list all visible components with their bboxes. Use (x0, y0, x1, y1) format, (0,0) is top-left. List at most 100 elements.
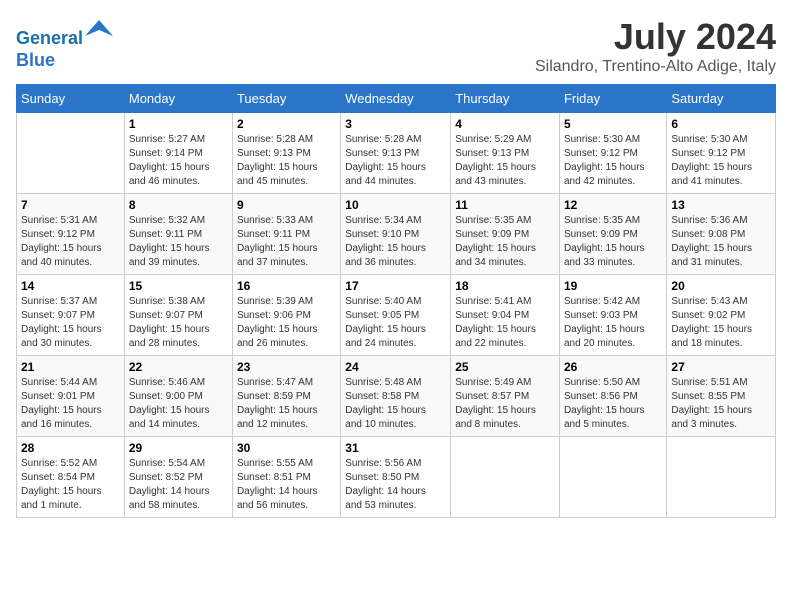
day-info: Sunrise: 5:41 AM Sunset: 9:04 PM Dayligh… (455, 295, 555, 351)
calendar-cell: 13 Sunrise: 5:36 AM Sunset: 9:08 PM Dayli… (667, 194, 776, 275)
day-info: Sunrise: 5:33 AM Sunset: 9:11 PM Dayligh… (237, 214, 336, 270)
calendar-cell: 27 Sunrise: 5:51 AM Sunset: 8:55 PM Dayli… (667, 356, 776, 437)
day-info: Sunrise: 5:37 AM Sunset: 9:07 PM Dayligh… (21, 295, 120, 351)
calendar-cell: 21 Sunrise: 5:44 AM Sunset: 9:01 PM Dayli… (17, 356, 125, 437)
day-number: 3 (345, 117, 446, 131)
title-area: July 2024 Silandro, Trentino-Alto Adige,… (535, 16, 776, 76)
day-number: 14 (21, 279, 120, 293)
calendar-week-1: 1Sunrise: 5:27 AM Sunset: 9:14 PM Daylig… (17, 113, 776, 194)
day-info: Sunrise: 5:36 AM Sunset: 9:08 PM Dayligh… (671, 214, 771, 270)
day-info: Sunrise: 5:39 AM Sunset: 9:06 PM Dayligh… (237, 295, 336, 351)
calendar-cell: 25Sunrise: 5:49 AM Sunset: 8:57 PM Dayli… (451, 356, 560, 437)
logo: General Blue (16, 16, 113, 71)
calendar-cell (17, 113, 125, 194)
calendar-cell: 26 Sunrise: 5:50 AM Sunset: 8:56 PM Dayli… (559, 356, 666, 437)
day-number: 4 (455, 117, 555, 131)
day-number: 31 (345, 441, 446, 455)
calendar-cell: 18 Sunrise: 5:41 AM Sunset: 9:04 PM Dayli… (451, 275, 560, 356)
calendar-cell: 9 Sunrise: 5:33 AM Sunset: 9:11 PM Daylig… (232, 194, 340, 275)
day-info: Sunrise: 5:49 AM Sunset: 8:57 PM Dayligh… (455, 376, 555, 432)
day-number: 1 (129, 117, 228, 131)
day-number: 16 (237, 279, 336, 293)
calendar-cell: 5 Sunrise: 5:30 AM Sunset: 9:12 PM Daylig… (559, 113, 666, 194)
logo-text: General Blue (16, 16, 113, 71)
header-thursday: Thursday (451, 85, 560, 113)
day-info: Sunrise: 5:30 AM Sunset: 9:12 PM Dayligh… (671, 133, 771, 189)
calendar-week-5: 28 Sunrise: 5:52 AM Sunset: 8:54 PM Dayli… (17, 437, 776, 518)
calendar-cell: 30Sunrise: 5:55 AM Sunset: 8:51 PM Dayli… (232, 437, 340, 518)
calendar-cell: 24 Sunrise: 5:48 AM Sunset: 8:58 PM Dayli… (341, 356, 451, 437)
day-number: 26 (564, 360, 662, 374)
calendar-cell: 6Sunrise: 5:30 AM Sunset: 9:12 PM Daylig… (667, 113, 776, 194)
calendar-cell (559, 437, 666, 518)
day-number: 19 (564, 279, 662, 293)
day-number: 24 (345, 360, 446, 374)
day-info: Sunrise: 5:32 AM Sunset: 9:11 PM Dayligh… (129, 214, 228, 270)
day-number: 28 (21, 441, 120, 455)
day-info: Sunrise: 5:42 AM Sunset: 9:03 PM Dayligh… (564, 295, 662, 351)
calendar-cell: 14 Sunrise: 5:37 AM Sunset: 9:07 PM Dayli… (17, 275, 125, 356)
day-info: Sunrise: 5:44 AM Sunset: 9:01 PM Dayligh… (21, 376, 120, 432)
calendar-cell: 11 Sunrise: 5:35 AM Sunset: 9:09 PM Dayli… (451, 194, 560, 275)
header-monday: Monday (124, 85, 232, 113)
calendar-cell: 19 Sunrise: 5:42 AM Sunset: 9:03 PM Dayli… (559, 275, 666, 356)
day-info: Sunrise: 5:31 AM Sunset: 9:12 PM Dayligh… (21, 214, 120, 270)
calendar-cell: 2Sunrise: 5:28 AM Sunset: 9:13 PM Daylig… (232, 113, 340, 194)
header-tuesday: Tuesday (232, 85, 340, 113)
day-number: 8 (129, 198, 228, 212)
calendar-week-3: 14 Sunrise: 5:37 AM Sunset: 9:07 PM Dayli… (17, 275, 776, 356)
day-number: 20 (671, 279, 771, 293)
logo-line2: Blue (16, 50, 55, 70)
day-number: 18 (455, 279, 555, 293)
calendar-week-4: 21 Sunrise: 5:44 AM Sunset: 9:01 PM Dayli… (17, 356, 776, 437)
calendar-table: SundayMondayTuesdayWednesdayThursdayFrid… (16, 84, 776, 518)
calendar-cell: 15Sunrise: 5:38 AM Sunset: 9:07 PM Dayli… (124, 275, 232, 356)
calendar-cell: 8 Sunrise: 5:32 AM Sunset: 9:11 PM Daylig… (124, 194, 232, 275)
day-number: 27 (671, 360, 771, 374)
day-number: 17 (345, 279, 446, 293)
calendar-cell: 1Sunrise: 5:27 AM Sunset: 9:14 PM Daylig… (124, 113, 232, 194)
calendar-cell: 16 Sunrise: 5:39 AM Sunset: 9:06 PM Dayli… (232, 275, 340, 356)
day-number: 21 (21, 360, 120, 374)
day-info: Sunrise: 5:55 AM Sunset: 8:51 PM Dayligh… (237, 457, 336, 513)
day-number: 11 (455, 198, 555, 212)
header-saturday: Saturday (667, 85, 776, 113)
day-info: Sunrise: 5:50 AM Sunset: 8:56 PM Dayligh… (564, 376, 662, 432)
day-number: 7 (21, 198, 120, 212)
day-number: 2 (237, 117, 336, 131)
day-info: Sunrise: 5:56 AM Sunset: 8:50 PM Dayligh… (345, 457, 446, 513)
day-info: Sunrise: 5:51 AM Sunset: 8:55 PM Dayligh… (671, 376, 771, 432)
calendar-cell: 20 Sunrise: 5:43 AM Sunset: 9:02 PM Dayli… (667, 275, 776, 356)
month-title: July 2024 (535, 16, 776, 58)
day-number: 5 (564, 117, 662, 131)
calendar-cell: 23Sunrise: 5:47 AM Sunset: 8:59 PM Dayli… (232, 356, 340, 437)
day-number: 23 (237, 360, 336, 374)
day-info: Sunrise: 5:34 AM Sunset: 9:10 PM Dayligh… (345, 214, 446, 270)
calendar-header-row: SundayMondayTuesdayWednesdayThursdayFrid… (17, 85, 776, 113)
calendar-cell: 3 Sunrise: 5:28 AM Sunset: 9:13 PM Daylig… (341, 113, 451, 194)
day-number: 13 (671, 198, 771, 212)
day-info: Sunrise: 5:38 AM Sunset: 9:07 PM Dayligh… (129, 295, 228, 351)
calendar-cell (451, 437, 560, 518)
day-number: 22 (129, 360, 228, 374)
calendar-cell: 29 Sunrise: 5:54 AM Sunset: 8:52 PM Dayli… (124, 437, 232, 518)
day-info: Sunrise: 5:48 AM Sunset: 8:58 PM Dayligh… (345, 376, 446, 432)
day-number: 9 (237, 198, 336, 212)
calendar-cell: 4Sunrise: 5:29 AM Sunset: 9:13 PM Daylig… (451, 113, 560, 194)
day-info: Sunrise: 5:28 AM Sunset: 9:13 PM Dayligh… (345, 133, 446, 189)
day-info: Sunrise: 5:30 AM Sunset: 9:12 PM Dayligh… (564, 133, 662, 189)
day-info: Sunrise: 5:35 AM Sunset: 9:09 PM Dayligh… (564, 214, 662, 270)
calendar-cell: 28 Sunrise: 5:52 AM Sunset: 8:54 PM Dayli… (17, 437, 125, 518)
location-subtitle: Silandro, Trentino-Alto Adige, Italy (535, 58, 776, 76)
day-info: Sunrise: 5:35 AM Sunset: 9:09 PM Dayligh… (455, 214, 555, 270)
day-info: Sunrise: 5:46 AM Sunset: 9:00 PM Dayligh… (129, 376, 228, 432)
logo-bird-icon (85, 16, 113, 44)
day-number: 29 (129, 441, 228, 455)
calendar-cell: 7 Sunrise: 5:31 AM Sunset: 9:12 PM Daylig… (17, 194, 125, 275)
day-info: Sunrise: 5:54 AM Sunset: 8:52 PM Dayligh… (129, 457, 228, 513)
page-header: General Blue July 2024 Silandro, Trentin… (16, 16, 776, 76)
day-info: Sunrise: 5:52 AM Sunset: 8:54 PM Dayligh… (21, 457, 120, 513)
day-info: Sunrise: 5:43 AM Sunset: 9:02 PM Dayligh… (671, 295, 771, 351)
calendar-cell: 12Sunrise: 5:35 AM Sunset: 9:09 PM Dayli… (559, 194, 666, 275)
calendar-cell: 10Sunrise: 5:34 AM Sunset: 9:10 PM Dayli… (341, 194, 451, 275)
